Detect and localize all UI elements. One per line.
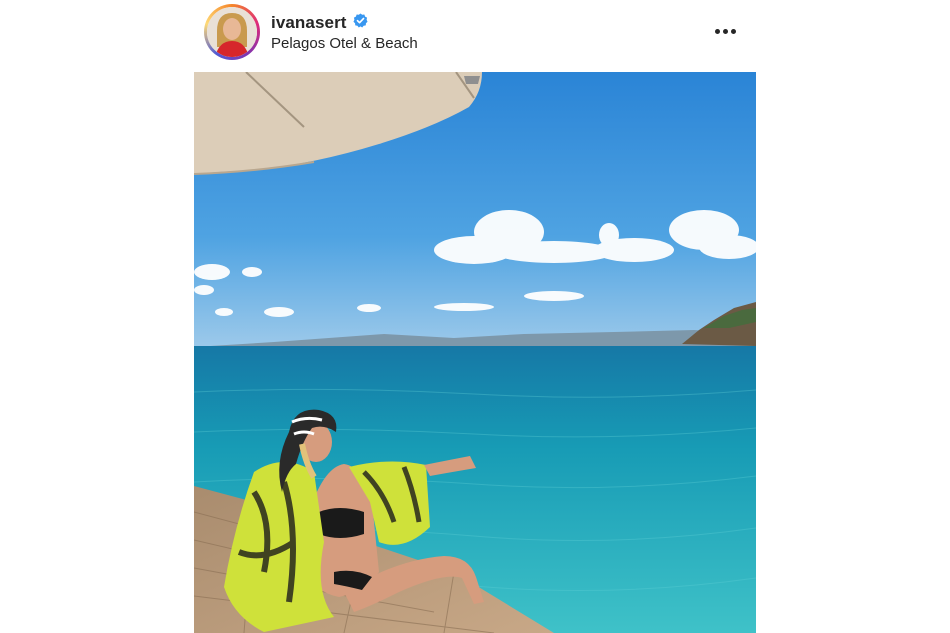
post-image[interactable] [194, 72, 756, 633]
location-link[interactable]: Pelagos Otel & Beach [271, 35, 418, 52]
verified-badge-icon [353, 13, 368, 33]
avatar[interactable] [207, 7, 257, 57]
story-ring[interactable] [204, 4, 260, 60]
more-options-icon[interactable] [710, 22, 740, 40]
post-header: ivanasert Pelagos Otel & Beach [0, 0, 950, 70]
username-link[interactable]: ivanasert [271, 13, 347, 33]
username-row: ivanasert [271, 12, 368, 34]
